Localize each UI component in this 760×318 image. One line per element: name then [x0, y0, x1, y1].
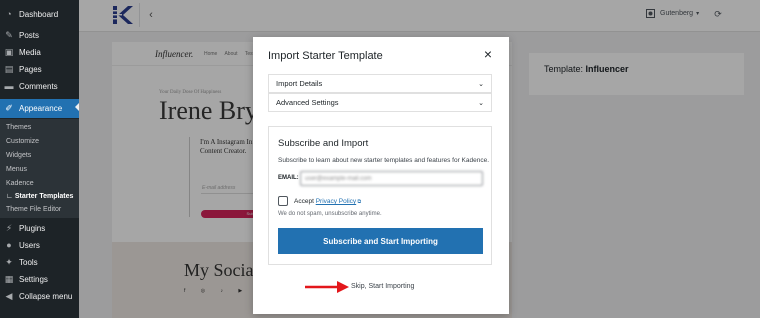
sidebar-item-label: Media: [19, 48, 41, 57]
sidebar-item-label: Tools: [19, 258, 38, 267]
no-spam-note: We do not spam, unsubscribe anytime.: [278, 211, 382, 217]
sidebar-item-users[interactable]: ● Users: [0, 237, 79, 254]
subscribe-title: Subscribe and Import: [278, 138, 369, 149]
import-modal: Import Starter Template × Import Details…: [253, 37, 509, 314]
sidebar-item-media[interactable]: ▣ Media: [0, 44, 79, 61]
chevron-down-icon: ⌄: [478, 81, 484, 88]
settings-icon: ▦: [4, 274, 14, 284]
sidebar-item-label: Plugins: [19, 224, 46, 233]
submenu-item-starter-templates[interactable]: ∟ Starter Templates: [6, 193, 73, 200]
chevron-down-icon: ⌄: [478, 100, 484, 107]
submenu-item-customize[interactable]: Customize: [6, 138, 39, 145]
sidebar-item-label: Comments: [19, 82, 58, 91]
subscribe-and-import-button[interactable]: Subscribe and Start Importing: [278, 228, 483, 254]
accordion-label: Import Details: [276, 79, 323, 88]
sidebar-item-collapse[interactable]: ◀ Collapse menu: [0, 288, 79, 305]
submenu-item-widgets[interactable]: Widgets: [6, 152, 31, 159]
sidebar-item-pages[interactable]: ▤ Pages: [0, 61, 79, 78]
red-arrow-annotation: [305, 281, 349, 293]
sidebar-item-label: Settings: [19, 275, 48, 284]
admin-sidebar: ◔ Dashboard ✎ Posts ▣ Media ▤ Pages ▬ Co…: [0, 0, 79, 318]
dashboard-icon: ◔: [6, 9, 12, 19]
submenu-item-menus[interactable]: Menus: [6, 166, 27, 173]
accordion-import-details[interactable]: Import Details ⌄: [268, 74, 492, 93]
collapse-icon: ◀: [5, 291, 13, 301]
sidebar-item-label: Posts: [19, 31, 40, 40]
accordion-advanced-settings[interactable]: Advanced Settings ⌄: [268, 93, 492, 112]
pages-icon: ▤: [4, 64, 14, 74]
sidebar-item-posts[interactable]: ✎ Posts: [0, 27, 79, 44]
submenu-item-theme-file-editor[interactable]: Theme File Editor: [6, 206, 61, 213]
privacy-policy-link[interactable]: Privacy Policy: [316, 198, 356, 205]
submenu-item-themes[interactable]: Themes: [6, 124, 31, 131]
brush-icon: ✐: [5, 103, 13, 113]
close-icon[interactable]: ×: [481, 47, 495, 61]
sidebar-item-appearance[interactable]: ✐ Appearance: [0, 99, 79, 118]
media-icon: ▣: [4, 47, 14, 57]
accept-text: Accept: [294, 198, 316, 205]
modal-title: Import Starter Template: [268, 50, 383, 62]
skip-start-importing-link[interactable]: Skip, Start Importing: [351, 283, 414, 290]
email-label: EMAIL:: [278, 175, 299, 181]
sidebar-item-label: Appearance: [19, 104, 63, 113]
accept-label: Accept Privacy Policy ⧉: [294, 198, 361, 205]
sidebar-item-plugins[interactable]: ⚡ Plugins: [0, 220, 79, 237]
submenu-item-kadence[interactable]: Kadence: [6, 180, 34, 187]
appearance-submenu: Themes Customize Widgets Menus Kadence ∟…: [0, 119, 79, 218]
sidebar-item-tools[interactable]: ✦ Tools: [0, 254, 79, 271]
pin-icon: ✎: [5, 30, 13, 40]
accept-privacy-checkbox[interactable]: [278, 196, 288, 206]
sidebar-item-label: Users: [19, 241, 40, 250]
plug-icon: ⚡: [5, 223, 13, 233]
sidebar-item-settings[interactable]: ▦ Settings: [0, 271, 79, 288]
sidebar-item-dashboard[interactable]: ◔ Dashboard: [0, 6, 79, 23]
submenu-item-label: Starter Templates: [14, 193, 74, 200]
subscribe-description: Subscribe to learn about new starter tem…: [278, 157, 490, 164]
sidebar-item-label: Pages: [19, 65, 42, 74]
sidebar-item-comments[interactable]: ▬ Comments: [0, 78, 79, 95]
accordion-label: Advanced Settings: [276, 98, 339, 107]
wrench-icon: ✦: [5, 257, 13, 267]
external-link-icon: ⧉: [356, 199, 362, 205]
users-icon: ●: [6, 240, 12, 250]
starter-templates-icon: ∟: [6, 193, 15, 200]
comments-icon: ▬: [4, 81, 14, 91]
subscribe-section: Subscribe and Import Subscribe to learn …: [268, 126, 492, 265]
email-field[interactable]: user@example-mail.com: [300, 171, 483, 186]
sidebar-item-label: Collapse menu: [19, 292, 73, 301]
sidebar-item-label: Dashboard: [19, 10, 59, 19]
